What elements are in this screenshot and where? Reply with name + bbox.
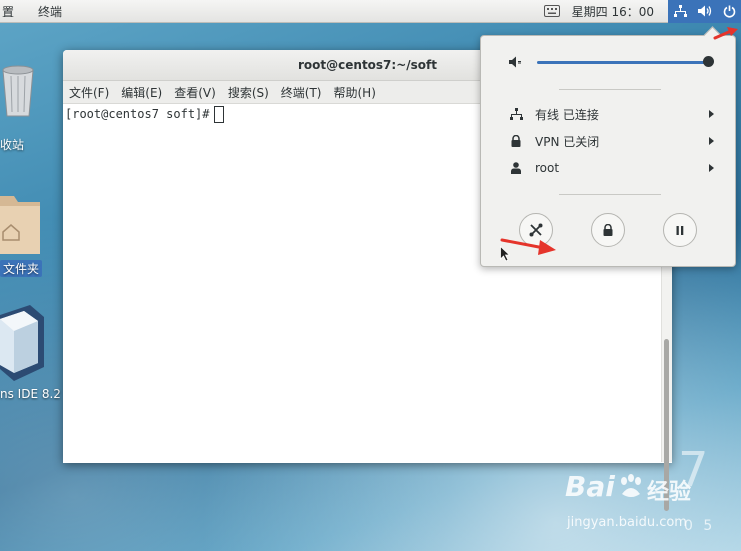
home-label: 文件夹 xyxy=(0,260,43,277)
volume-slider[interactable] xyxy=(537,61,709,64)
clock[interactable]: 星期四 16：00 xyxy=(572,3,654,20)
watermark-brand: Bai xyxy=(565,470,615,503)
menu-edit[interactable]: 编辑(E) xyxy=(121,84,162,101)
menu-terminal[interactable]: 终端(T) xyxy=(281,84,322,101)
network-icon xyxy=(509,107,523,120)
mouse-pointer-icon xyxy=(500,246,510,262)
watermark-brand-suffix: 经验 xyxy=(647,480,692,505)
netbeans-desktop-icon[interactable]: ns IDE 8.2 xyxy=(0,305,61,405)
paw-icon xyxy=(621,474,641,497)
home-desktop-icon[interactable]: 文件夹 xyxy=(0,188,60,280)
submenu-arrow-icon xyxy=(709,137,714,145)
netbeans-label: ns IDE 8.2 xyxy=(0,387,61,401)
menu-item-user[interactable]: root xyxy=(509,158,714,178)
suspend-button[interactable] xyxy=(663,213,697,247)
keyboard-icon[interactable] xyxy=(543,5,560,17)
home-folder-icon xyxy=(0,196,40,254)
netbeans-cube-icon xyxy=(0,305,44,381)
submenu-arrow-icon xyxy=(709,164,714,172)
menu-search[interactable]: 搜索(S) xyxy=(228,84,269,101)
menu-item-wired[interactable]: 有线 已连接 xyxy=(509,104,714,124)
watermark-url: jingyan.baidu.com xyxy=(567,515,687,530)
menu-view[interactable]: 查看(V) xyxy=(174,84,216,101)
annotation-arrow-icon xyxy=(713,27,738,40)
top-bar: 置 终端 星期四 16：00 xyxy=(0,0,741,23)
trash-icon xyxy=(2,65,34,117)
submenu-arrow-icon xyxy=(709,110,714,118)
system-menu-popover: 有线 已连接 VPN 已关闭 root xyxy=(480,26,736,267)
pause-icon xyxy=(676,225,684,235)
separator xyxy=(559,194,661,195)
terminal-prompt-line: [root@centos7 soft]# xyxy=(65,106,224,123)
separator xyxy=(559,89,661,90)
lock-screen-button[interactable] xyxy=(591,213,625,247)
user-icon xyxy=(511,162,521,174)
shell-prompt: [root@centos7 soft]# xyxy=(65,107,210,121)
trash-desktop-icon[interactable]: 收站 xyxy=(0,60,40,155)
volume-muted-icon xyxy=(509,56,521,68)
volume-slider-handle[interactable] xyxy=(703,56,714,67)
lock-icon xyxy=(511,135,521,147)
terminal-app-menu[interactable]: 终端 xyxy=(38,3,62,20)
menu-file[interactable]: 文件(F) xyxy=(69,84,109,101)
network-icon xyxy=(673,4,687,17)
system-status-area[interactable] xyxy=(668,0,741,23)
menu-item-vpn[interactable]: VPN 已关闭 xyxy=(509,131,714,151)
lock-icon xyxy=(603,224,613,236)
menu-help[interactable]: 帮助(H) xyxy=(334,84,376,101)
baidu-watermark: Bai 经验 jingyan.baidu.com xyxy=(565,470,705,530)
applications-menu[interactable]: 置 xyxy=(2,3,14,20)
power-icon xyxy=(723,5,735,18)
trash-label: 收站 xyxy=(0,138,25,152)
volume-icon xyxy=(697,5,711,17)
text-cursor xyxy=(213,106,224,123)
